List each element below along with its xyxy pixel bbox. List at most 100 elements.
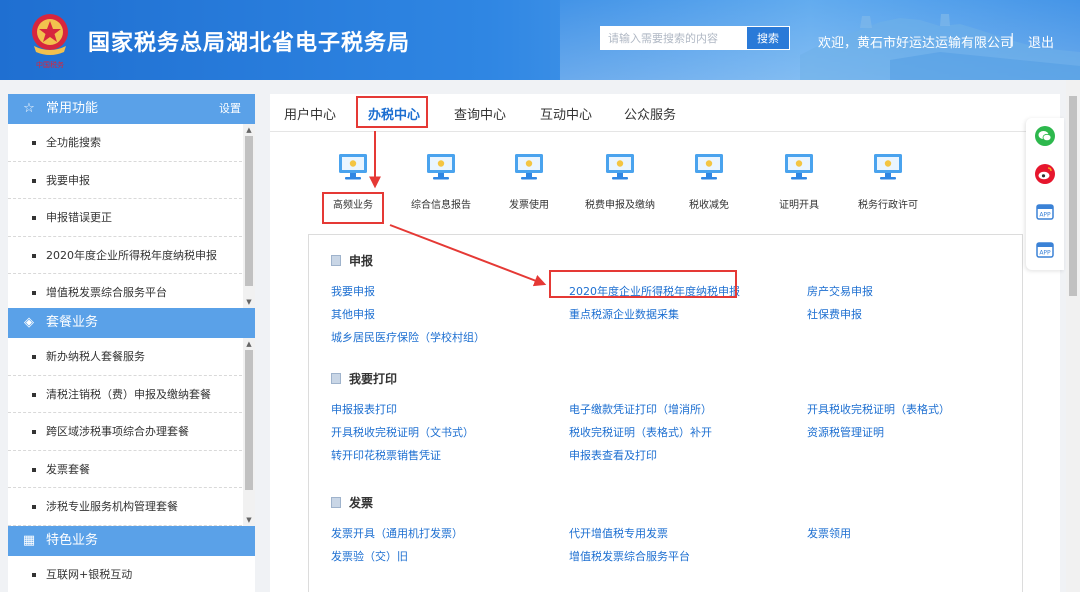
- link-print-e-voucher[interactable]: 电子缴款凭证打印（增消所）: [569, 401, 712, 417]
- tab-interaction-center[interactable]: 互动中心: [540, 104, 592, 123]
- service-certificate[interactable]: 证明开具: [749, 144, 849, 211]
- link-resident-medical[interactable]: 城乡居民医疗保险（学校村组）: [331, 329, 485, 345]
- bullet-icon: [32, 216, 36, 220]
- header-separator: |: [1010, 32, 1015, 47]
- page-scroll-thumb[interactable]: [1069, 96, 1077, 296]
- monitor-icon: [873, 152, 903, 182]
- section-title: 常用功能: [46, 101, 99, 116]
- monitor-icon: [338, 152, 368, 182]
- scroll-up-icon[interactable]: ▲: [243, 124, 255, 136]
- sidebar-item-annual-cit[interactable]: 2020年度企业所得税年度纳税申报: [8, 237, 242, 274]
- sidebar-item-agency[interactable]: 涉税专业服务机构管理套餐: [8, 488, 242, 526]
- sidebar-list-common: 全功能搜索 我要申报 申报错误更正 2020年度企业所得税年度纳税申报 增值税发…: [8, 124, 255, 308]
- tab-public-service[interactable]: 公众服务: [624, 104, 676, 123]
- site-title: 国家税务总局湖北省电子税务局: [88, 31, 411, 56]
- bullet-icon: [32, 291, 36, 295]
- scroll-up-icon[interactable]: ▲: [243, 338, 255, 350]
- app-icon[interactable]: APP: [1035, 240, 1055, 260]
- bullet-icon: [32, 392, 36, 397]
- app-icon[interactable]: APP: [1035, 202, 1055, 222]
- document-icon: [331, 255, 341, 266]
- link-view-print[interactable]: 申报表查看及打印: [569, 447, 657, 463]
- content-panel: 申报 我要申报 2020年度企业所得税年度纳税申报 房产交易申报 其他申报 重点…: [308, 234, 1023, 592]
- search-input[interactable]: [600, 26, 746, 50]
- bullet-icon: [32, 178, 36, 183]
- site-header: 中国税务 国家税务总局湖北省电子税务局 搜索 欢迎，黄石市好运达运输有限公司 |…: [0, 0, 1080, 80]
- link-key-source[interactable]: 重点税源企业数据采集: [569, 306, 679, 322]
- settings-link[interactable]: 设置: [219, 94, 241, 124]
- sidebar-section-package[interactable]: ◈ 套餐业务: [8, 308, 255, 338]
- emblem-caption: 中国税务: [36, 60, 64, 69]
- sidebar-item-bank-tax[interactable]: 互联网+银税互动: [8, 556, 242, 592]
- section-title: 套餐业务: [46, 315, 99, 330]
- sidebar-item-deregistration[interactable]: 清税注销税（费）申报及缴纳套餐: [8, 376, 242, 413]
- link-tax-cert-doc[interactable]: 开具税收完税证明（文书式）: [331, 424, 474, 440]
- scroll-thumb[interactable]: [245, 136, 253, 286]
- service-invoice-use[interactable]: 发票使用: [479, 144, 579, 211]
- section-title-invoice: 发票: [331, 494, 373, 511]
- sidebar-item-correction[interactable]: 申报错误更正: [8, 199, 242, 237]
- sidebar-section-common[interactable]: ☆ 常用功能 设置: [8, 94, 255, 124]
- link-print-reports[interactable]: 申报报表打印: [331, 401, 397, 417]
- service-admin-permit[interactable]: 税务行政许可: [838, 144, 938, 211]
- sidebar-item-invoice-package[interactable]: 发票套餐: [8, 451, 242, 488]
- sidebar-item-full-search[interactable]: 全功能搜索: [8, 124, 242, 162]
- link-declare[interactable]: 我要申报: [331, 283, 375, 299]
- page-scrollbar[interactable]: [1066, 80, 1080, 592]
- sidebar-item-vat-invoice[interactable]: 增值税发票综合服务平台: [8, 274, 242, 308]
- weibo-icon[interactable]: [1035, 164, 1055, 184]
- sidebar-scrollbar[interactable]: ▲ ▼: [243, 124, 255, 308]
- bullet-icon: [32, 355, 36, 359]
- layers-icon: ◈: [24, 315, 34, 330]
- svg-text:APP: APP: [1039, 250, 1051, 257]
- sidebar-list-package: 新办纳税人套餐服务 清税注销税（费）申报及缴纳套餐 跨区域涉税事项综合办理套餐 …: [8, 338, 255, 526]
- sidebar-section-featured[interactable]: ▦ 特色业务: [8, 526, 255, 556]
- monitor-icon: [784, 152, 814, 182]
- bullet-icon: [32, 253, 36, 258]
- welcome-text: 欢迎，黄石市好运达运输有限公司: [818, 36, 1014, 51]
- bullet-icon: [32, 573, 36, 577]
- link-vat-special[interactable]: 代开增值税专用发票: [569, 525, 668, 541]
- svg-text:APP: APP: [1039, 212, 1051, 219]
- bullet-icon: [32, 430, 36, 434]
- link-social-insurance[interactable]: 社保费申报: [807, 306, 862, 322]
- monitor-icon: [514, 152, 544, 182]
- link-tax-cert-reissue[interactable]: 税收完税证明（表格式）补开: [569, 424, 712, 440]
- link-invoice-receive[interactable]: 发票领用: [807, 525, 851, 541]
- link-invoice-verify[interactable]: 发票验（交）旧: [331, 548, 408, 564]
- monitor-icon: [605, 152, 635, 182]
- tab-user-center[interactable]: 用户中心: [284, 104, 336, 123]
- monitor-icon: [426, 152, 456, 182]
- link-property-trade[interactable]: 房产交易申报: [807, 283, 873, 299]
- document-icon: [331, 373, 341, 384]
- bullet-icon: [32, 141, 36, 145]
- section-title: 特色业务: [46, 533, 99, 548]
- service-info-report[interactable]: 综合信息报告: [391, 144, 491, 211]
- section-title-declare: 申报: [331, 252, 373, 269]
- link-stamp-voucher[interactable]: 转开印花税票销售凭证: [331, 447, 441, 463]
- sidebar-scrollbar[interactable]: ▲ ▼: [243, 338, 255, 526]
- scroll-down-icon[interactable]: ▼: [243, 514, 255, 526]
- scroll-down-icon[interactable]: ▼: [243, 296, 255, 308]
- service-declare-pay[interactable]: 税费申报及缴纳: [570, 144, 670, 211]
- link-resource-tax-cert[interactable]: 资源税管理证明: [807, 424, 884, 440]
- sidebar-item-declare[interactable]: 我要申报: [8, 162, 242, 199]
- logout-link[interactable]: 退出: [1028, 32, 1054, 51]
- service-tax-relief[interactable]: 税收减免: [659, 144, 759, 211]
- sidebar-item-new-taxpayer[interactable]: 新办纳税人套餐服务: [8, 338, 242, 376]
- service-icons-row: 高频业务 综合信息报告 发票使用 税费申报及缴纳 税收减免 证明开具 税务行政许…: [270, 144, 1060, 224]
- highlight-box-service: [322, 192, 384, 224]
- sidebar-item-cross-region[interactable]: 跨区域涉税事项综合办理套餐: [8, 413, 242, 451]
- link-tax-cert-table[interactable]: 开具税收完税证明（表格式）: [807, 401, 950, 417]
- tab-query-center[interactable]: 查询中心: [454, 104, 506, 123]
- grid-icon: ▦: [22, 533, 36, 548]
- monitor-icon: [694, 152, 724, 182]
- scroll-thumb[interactable]: [245, 350, 253, 490]
- floating-share-bar: APP APP: [1026, 118, 1064, 270]
- highlight-box-tab: [356, 96, 428, 128]
- link-issue-invoice[interactable]: 发票开具（通用机打发票）: [331, 525, 463, 541]
- wechat-icon[interactable]: [1035, 126, 1055, 146]
- search-button[interactable]: 搜索: [746, 26, 790, 50]
- link-vat-platform[interactable]: 增值税发票综合服务平台: [569, 548, 690, 564]
- link-other-declare[interactable]: 其他申报: [331, 306, 375, 322]
